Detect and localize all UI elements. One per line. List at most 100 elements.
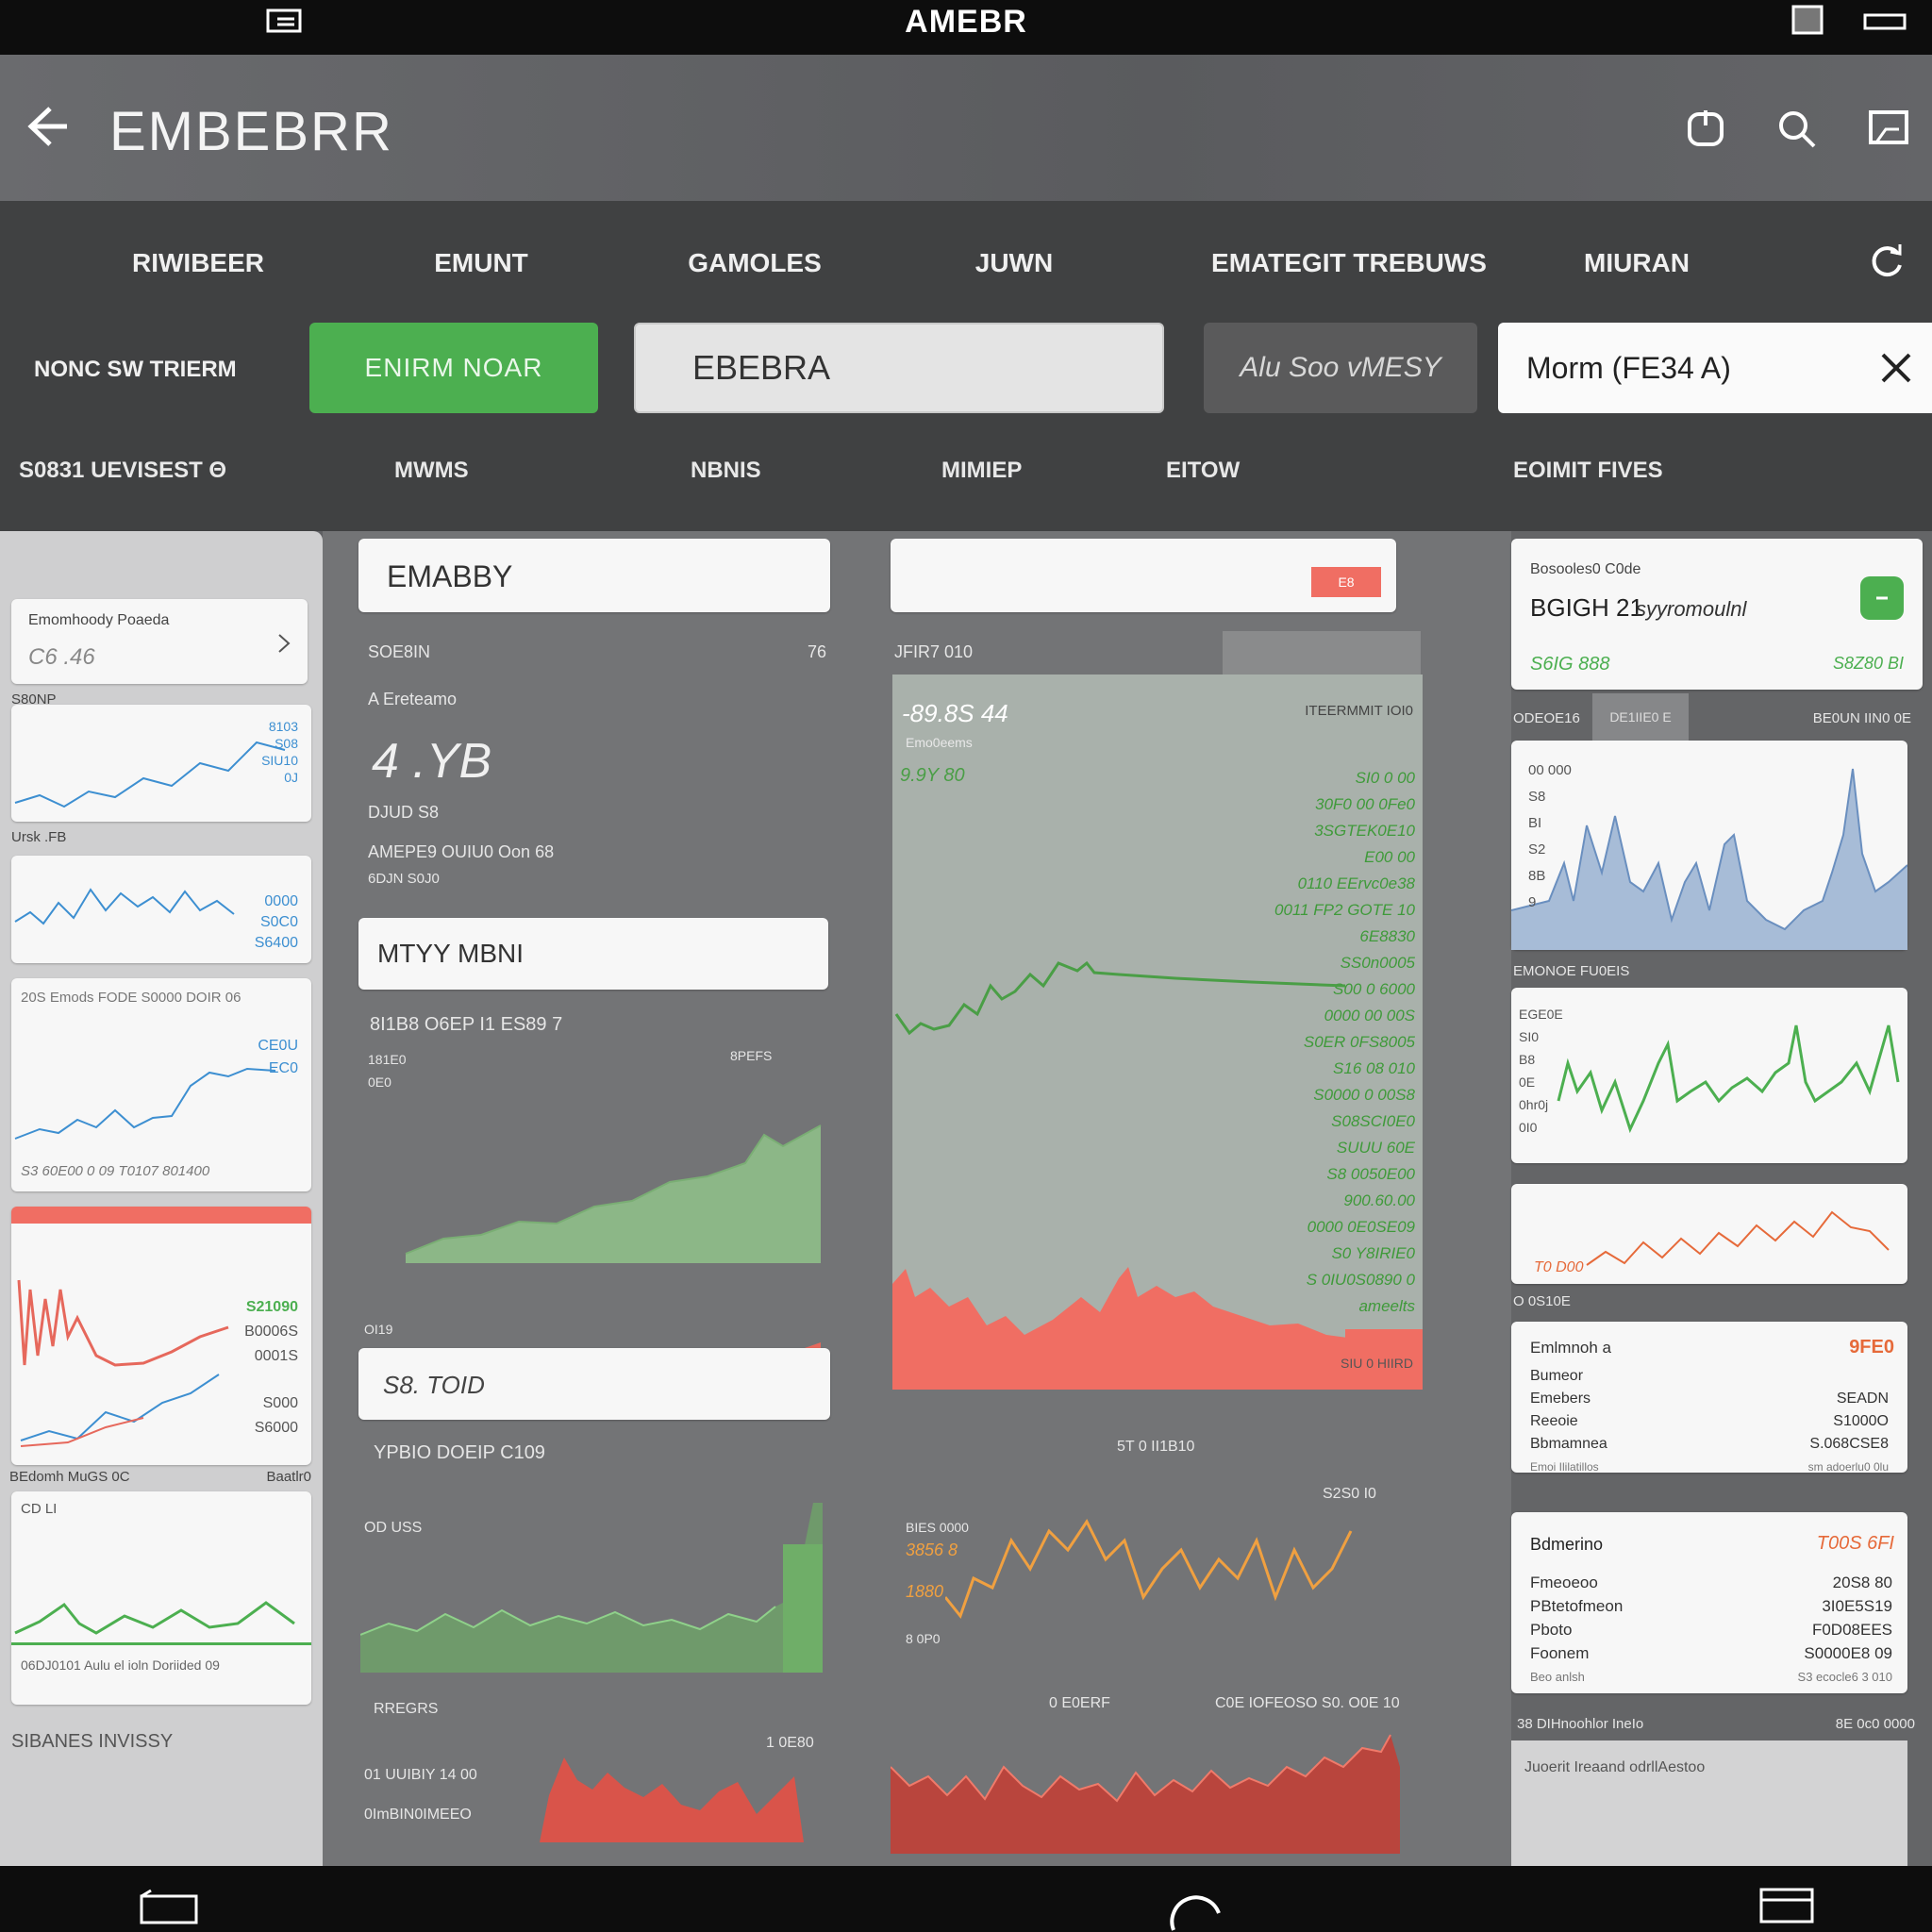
column-headers: S0831 UEVISEST Θ MWMS NBNIS MIMIEP EITOW… <box>0 429 1932 531</box>
chat-icon[interactable] <box>1862 102 1915 155</box>
table-cell: sm adoerlu0 0lu <box>1807 1460 1889 1474</box>
chart2-val-2: S6400 <box>254 935 298 951</box>
chart-c-val-2: 0ImBIN0IMEEO <box>364 1807 472 1823</box>
right-bottom-panel: Juoerit Ireaand odrllAestoo <box>1511 1740 1907 1866</box>
chart3-val-1: EC0 <box>268 1060 298 1076</box>
mini-chart-3-values: CE0U EC0 <box>258 1035 298 1080</box>
filter-dropdown[interactable]: Alu Soo vMESY <box>1204 323 1477 413</box>
table-cell: Emebers <box>1530 1391 1591 1407</box>
right-chart2-axis-2: B8 <box>1519 1052 1536 1067</box>
chart-a-val-2: 0E0 <box>368 1074 391 1090</box>
orange-chart <box>945 1493 1417 1663</box>
center-label: JFIR7 010 <box>894 642 974 661</box>
summary-card[interactable]: Emomhoody Poaeda C6 .46 <box>11 599 308 684</box>
right-chart2-axis-5: 0I0 <box>1519 1120 1538 1135</box>
center-title-card[interactable]: E8 <box>891 539 1396 612</box>
center-foot: SIU 0 HIIRD <box>1340 1356 1413 1371</box>
chart-a-val-0: 8PEFS <box>730 1048 773 1063</box>
mid-card-2[interactable]: MTYY MBNI <box>358 918 828 990</box>
chart5-header-right: Baatlr0 <box>266 1469 311 1485</box>
mid-title-card[interactable]: EMABBY <box>358 539 830 612</box>
center-badge[interactable]: E8 <box>1311 567 1381 597</box>
table-cell: Pboto <box>1530 1621 1573 1639</box>
table-cell: S0000E8 09 <box>1804 1644 1892 1662</box>
search-icon[interactable] <box>1770 102 1823 155</box>
tab-2[interactable]: GAMOLES <box>670 248 840 278</box>
middle-column: EMABBY SOE8IN 76 A Ereteamo 4 .YB DJUD S… <box>323 531 851 1866</box>
col-header-1[interactable]: MWMS <box>394 458 469 484</box>
tab-0[interactable]: RIWIBEER <box>113 248 283 278</box>
chart1-val-0: 8103 <box>268 719 298 734</box>
chart-c <box>540 1739 823 1852</box>
table-cell: S1000O <box>1833 1413 1889 1429</box>
back-nav-icon[interactable] <box>138 1887 200 1924</box>
account-status-icon[interactable] <box>1860 576 1904 620</box>
primary-action-button[interactable]: ENIRM NOAR <box>309 323 598 413</box>
account-card-title: BGIGH 21 <box>1530 593 1643 622</box>
orange-chart-svg <box>945 1519 1353 1620</box>
chart3-footer: S3 60E00 0 09 T0107 801400 <box>21 1163 210 1179</box>
chart-a-val-3: OI19 <box>364 1322 393 1337</box>
close-icon[interactable] <box>1879 351 1913 385</box>
search-input[interactable]: EBEBRA <box>634 323 1164 413</box>
back-arrow-icon[interactable] <box>21 100 74 153</box>
metric-line2: 6DJN S0J0 <box>368 871 440 887</box>
center-main-chart: -89.8S 44 Emo0eems 9.9Y 80 ITEERMMIT IOI… <box>892 675 1423 1390</box>
table-cell: Foonem <box>1530 1644 1590 1662</box>
left-bottom-label: SIBANES INVISSY <box>11 1731 174 1752</box>
right-chart-1: 00 000 S8 BI S2 8B 9 <box>1511 741 1907 950</box>
mini-chart-4-values: S21090 B0006S 0001S S000 S6000 <box>244 1295 298 1441</box>
right-chart3-label: T0 D00 <box>1534 1259 1584 1275</box>
table-cell: Fmeoeoo <box>1530 1574 1598 1591</box>
col-header-5[interactable]: EOIMIT FIVES <box>1513 458 1663 484</box>
home-nav-icon[interactable] <box>1168 1885 1224 1932</box>
right-chart1-axis-2: BI <box>1528 815 1542 831</box>
system-nav-bar <box>0 1866 1932 1932</box>
right-chart2-axis-3: 0E <box>1519 1074 1536 1090</box>
chart5-footer: 06DJ0101 Aulu el ioln Doriided 09 <box>21 1657 220 1673</box>
table-cell: SEADN <box>1836 1391 1889 1407</box>
recents-nav-icon[interactable] <box>1758 1887 1815 1924</box>
summary-table-2: Bdmerino T00S 6FI Fmeoeoo 20S8 80 PBtetof… <box>1511 1512 1907 1693</box>
mini-chart-2: 0000 S0C0 S6400 <box>11 856 311 963</box>
table-row: Beo anlsh S3 ecocle6 3 010 <box>1530 1665 1892 1689</box>
table2-highlight: T00S 6FI <box>1816 1533 1894 1554</box>
mid-card-3[interactable]: S8. TOID <box>358 1348 830 1420</box>
table-cell: Bbmamnea <box>1530 1436 1607 1452</box>
right-chart1-axis-4: 8B <box>1528 868 1546 884</box>
col-header-0[interactable]: S0831 UEVISEST Θ <box>19 458 226 484</box>
table-cell: S.068CSE8 <box>1809 1436 1889 1452</box>
col-header-2[interactable]: NBNIS <box>691 458 761 484</box>
right-chart1-label: ODEOE16 <box>1513 710 1580 726</box>
table-row: Emebers SEADN <box>1530 1388 1889 1410</box>
table-row: Fmeoeoo 20S8 80 <box>1530 1571 1892 1594</box>
tab-4[interactable]: EMATEGIT TREBUWS <box>1208 248 1491 278</box>
table-cell: 20S8 80 <box>1832 1574 1892 1591</box>
orange-side-4: 8 0P0 <box>906 1631 941 1646</box>
table-cell: 3I0E5S19 <box>1822 1597 1892 1615</box>
col-header-4[interactable]: EITOW <box>1166 458 1240 484</box>
right-bottom-head-right: 8E 0c0 0000 <box>1835 1716 1915 1732</box>
right-chart2-label: EMONOE FU0EIS <box>1513 963 1630 979</box>
mini-chart-1-values: 8103 S08 SIU10 0J <box>261 718 298 786</box>
refresh-icon[interactable] <box>1866 241 1907 282</box>
right-chart1-tab[interactable]: DE1IIE0 E <box>1592 693 1689 741</box>
chevron-right-icon <box>277 633 291 654</box>
chart5-divider <box>11 1642 311 1645</box>
account-card[interactable]: Bosooles0 C0de BGIGH 21 syyromoulnl S6IG… <box>1511 539 1923 690</box>
tab-1[interactable]: EMUNT <box>396 248 566 278</box>
metric-sub: A Ereteamo <box>368 690 458 708</box>
chart1-val-1: S08 <box>275 736 298 751</box>
chart4-val-2: 0001S <box>254 1348 298 1364</box>
chart1-val-3: 0J <box>284 770 298 785</box>
col-header-3[interactable]: MIMIEP <box>941 458 1022 484</box>
mini-chart-2-values: 0000 S0C0 S6400 <box>255 891 298 954</box>
account-card-title2: syyromoulnl <box>1636 597 1747 621</box>
tab-5[interactable]: MIURAN <box>1547 248 1726 278</box>
power-icon[interactable] <box>1679 102 1732 155</box>
center-main-svg <box>892 960 1423 1390</box>
table-cell: Beo anlsh <box>1530 1670 1585 1684</box>
chart4-val-3: S000 <box>262 1395 298 1411</box>
tab-3[interactable]: JUWN <box>934 248 1094 278</box>
value-field[interactable]: Morm (FE34 A) <box>1498 323 1932 413</box>
